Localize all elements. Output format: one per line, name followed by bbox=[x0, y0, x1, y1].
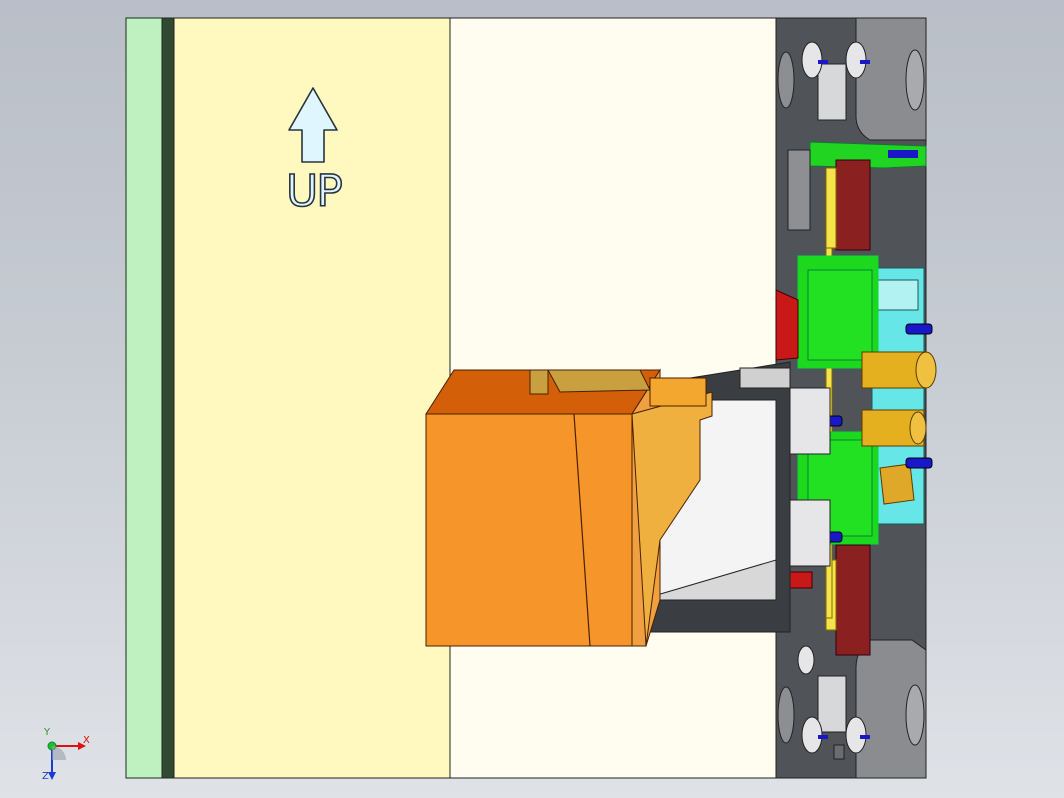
mold-assembly-drawing bbox=[125, 17, 937, 779]
dark-green-strip bbox=[161, 17, 175, 779]
mint-plate bbox=[125, 17, 163, 779]
axis-y-label: Y bbox=[44, 727, 51, 738]
orange-slide-body bbox=[425, 413, 633, 647]
up-label: UP bbox=[285, 166, 343, 217]
axis-x-label: X bbox=[83, 735, 90, 746]
cad-viewport[interactable]: UP X Y Z bbox=[0, 0, 1064, 798]
coordinate-triad: X Y Z bbox=[38, 728, 98, 784]
axis-z-label: Z bbox=[42, 771, 49, 782]
